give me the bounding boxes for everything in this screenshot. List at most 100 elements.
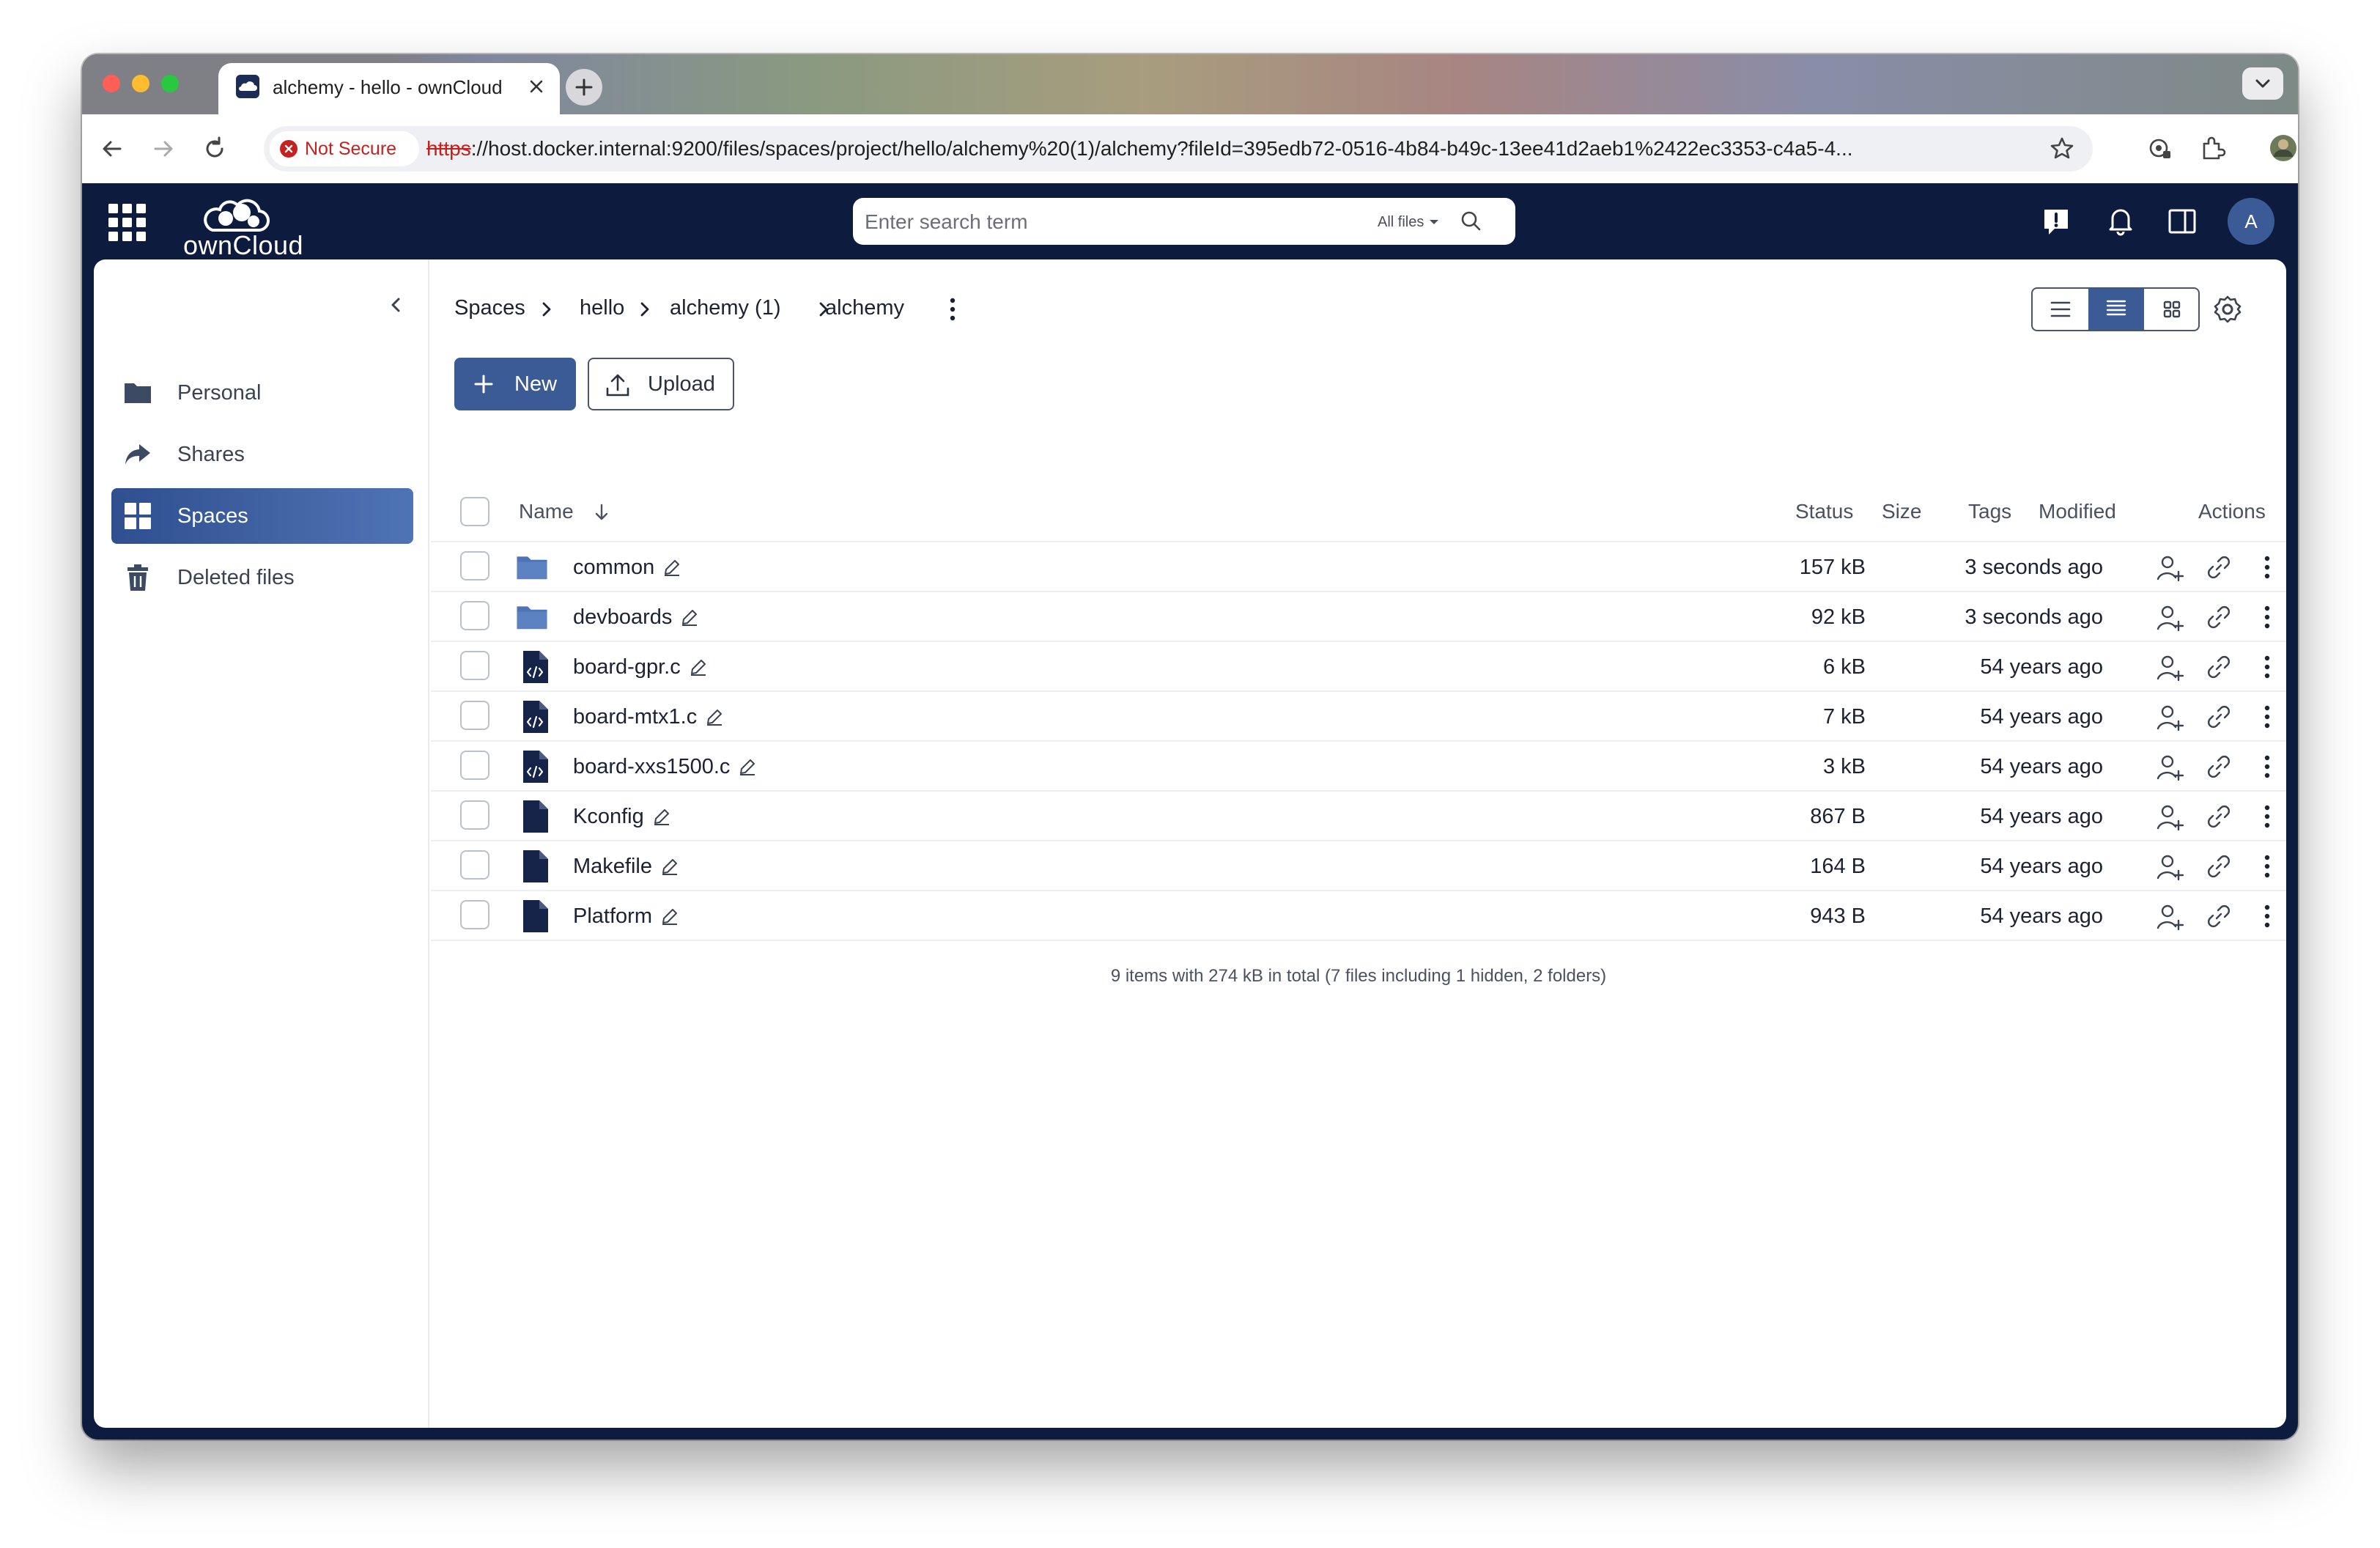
back-arrow-icon[interactable] — [94, 130, 130, 167]
row-actions-kebab-icon[interactable] — [2252, 553, 2282, 582]
chevron-down-icon[interactable] — [1427, 215, 1441, 229]
table-row[interactable]: board-xxs1500.c 3 kB 54 years ago — [431, 740, 2286, 790]
row-actions-kebab-icon[interactable] — [2252, 902, 2282, 931]
sidebar-item-spaces[interactable]: Spaces — [111, 488, 413, 544]
rename-pencil-icon[interactable] — [659, 856, 680, 877]
row-checkbox[interactable] — [460, 900, 489, 929]
table-row[interactable]: Kconfig 867 B 54 years ago — [431, 790, 2286, 840]
feedback-icon[interactable] — [2040, 205, 2072, 237]
rename-pencil-icon[interactable] — [679, 607, 700, 627]
select-all-checkbox[interactable] — [460, 497, 489, 526]
link-icon[interactable] — [2204, 702, 2233, 731]
file-name[interactable]: board-gpr.c — [573, 655, 681, 679]
link-icon[interactable] — [2204, 802, 2233, 831]
column-header-size[interactable]: Size — [1882, 500, 1921, 523]
breadcrumb-item[interactable]: hello — [580, 296, 624, 320]
browser-tab[interactable]: alchemy - hello - ownCloud — [218, 63, 560, 114]
breadcrumb-item[interactable]: Spaces — [454, 296, 525, 320]
row-actions-kebab-icon[interactable] — [2252, 852, 2282, 881]
search-scope-select[interactable]: All files — [1378, 214, 1424, 231]
profile-avatar[interactable] — [2269, 130, 2298, 166]
row-checkbox[interactable] — [460, 651, 489, 680]
tab-close-icon[interactable] — [523, 73, 550, 100]
file-name[interactable]: board-xxs1500.c — [573, 755, 730, 779]
table-row[interactable]: devboards 92 kB 3 seconds ago — [431, 591, 2286, 641]
rename-pencil-icon[interactable] — [704, 707, 725, 727]
upload-button[interactable]: Upload — [588, 358, 734, 410]
close-window-button[interactable] — [103, 75, 120, 92]
file-name[interactable]: board-mtx1.c — [573, 705, 697, 729]
table-row[interactable]: Makefile 164 B 54 years ago — [431, 840, 2286, 890]
share-user-icon[interactable] — [2156, 902, 2185, 931]
app-switcher-icon[interactable] — [108, 204, 147, 242]
url-text[interactable]: https://host.docker.internal:9200/files/… — [426, 137, 1987, 161]
user-avatar[interactable]: A — [2228, 198, 2274, 245]
column-header-modified[interactable]: Modified — [2039, 500, 2116, 523]
file-name[interactable]: Platform — [573, 904, 652, 929]
breadcrumb-item[interactable]: alchemy (1) — [670, 296, 781, 320]
link-icon[interactable] — [2204, 652, 2233, 682]
share-user-icon[interactable] — [2156, 852, 2185, 881]
share-user-icon[interactable] — [2156, 752, 2185, 781]
view-mode-condensed-button[interactable] — [2033, 289, 2088, 330]
search-field[interactable]: Enter search term All files — [853, 198, 1515, 245]
search-input[interactable]: Enter search term — [865, 210, 1028, 234]
row-checkbox[interactable] — [460, 850, 489, 880]
table-row[interactable]: Platform 943 B 54 years ago — [431, 890, 2286, 940]
row-actions-kebab-icon[interactable] — [2252, 802, 2282, 831]
minimize-window-button[interactable] — [132, 75, 149, 92]
link-icon[interactable] — [2204, 602, 2233, 632]
table-row[interactable]: board-mtx1.c 7 kB 54 years ago — [431, 690, 2286, 740]
sort-arrow-down-icon[interactable] — [592, 501, 611, 523]
address-bar[interactable]: Not Secure https://host.docker.internal:… — [264, 126, 2093, 172]
link-icon[interactable] — [2204, 553, 2233, 582]
new-button[interactable]: New — [454, 358, 576, 410]
row-actions-kebab-icon[interactable] — [2252, 752, 2282, 781]
rename-pencil-icon[interactable] — [662, 557, 682, 578]
security-chip[interactable]: Not Secure — [270, 131, 419, 166]
owncloud-logo[interactable]: ownCloud — [177, 186, 309, 260]
row-actions-kebab-icon[interactable] — [2252, 702, 2282, 731]
sidebar-item-shares[interactable]: Shares — [111, 427, 413, 482]
rename-pencil-icon[interactable] — [688, 657, 709, 677]
notifications-bell-icon[interactable] — [2104, 204, 2137, 236]
row-actions-kebab-icon[interactable] — [2252, 652, 2282, 682]
share-user-icon[interactable] — [2156, 553, 2185, 582]
search-icon[interactable] — [1458, 208, 1485, 235]
column-header-name[interactable]: Name — [519, 500, 574, 523]
tab-search-button[interactable] — [2242, 67, 2283, 100]
share-user-icon[interactable] — [2156, 702, 2185, 731]
share-user-icon[interactable] — [2156, 802, 2185, 831]
table-row[interactable]: board-gpr.c 6 kB 54 years ago — [431, 641, 2286, 690]
share-user-icon[interactable] — [2156, 602, 2185, 632]
row-actions-kebab-icon[interactable] — [2252, 602, 2282, 632]
row-checkbox[interactable] — [460, 551, 489, 580]
view-mode-default-button[interactable] — [2088, 289, 2144, 330]
rename-pencil-icon[interactable] — [737, 756, 758, 777]
row-checkbox[interactable] — [460, 601, 489, 630]
link-icon[interactable] — [2204, 902, 2233, 931]
row-checkbox[interactable] — [460, 701, 489, 730]
file-name[interactable]: Makefile — [573, 855, 652, 879]
link-icon[interactable] — [2204, 752, 2233, 781]
reload-icon[interactable] — [196, 130, 233, 167]
bookmark-star-icon[interactable] — [2044, 131, 2080, 166]
file-name[interactable]: Kconfig — [573, 805, 644, 829]
forward-arrow-icon[interactable] — [145, 130, 182, 167]
link-icon[interactable] — [2204, 852, 2233, 881]
sidebar-toggle-icon[interactable] — [2166, 205, 2198, 237]
collapse-sidebar-icon[interactable] — [385, 295, 406, 315]
sidebar-item-deleted-files[interactable]: Deleted files — [111, 550, 413, 605]
extensions-puzzle-icon[interactable] — [2195, 130, 2231, 166]
folder-actions-kebab-icon[interactable] — [947, 296, 958, 322]
view-mode-tiles-button[interactable] — [2144, 289, 2198, 330]
table-row[interactable]: common 157 kB 3 seconds ago — [431, 541, 2286, 591]
new-tab-button[interactable] — [566, 69, 602, 106]
share-user-icon[interactable] — [2156, 652, 2185, 682]
file-name[interactable]: devboards — [573, 605, 672, 630]
password-key-icon[interactable] — [2143, 130, 2178, 166]
rename-pencil-icon[interactable] — [651, 806, 672, 827]
settings-gear-icon[interactable] — [2211, 293, 2244, 325]
sidebar-item-personal[interactable]: Personal — [111, 365, 413, 421]
file-name[interactable]: common — [573, 556, 654, 580]
